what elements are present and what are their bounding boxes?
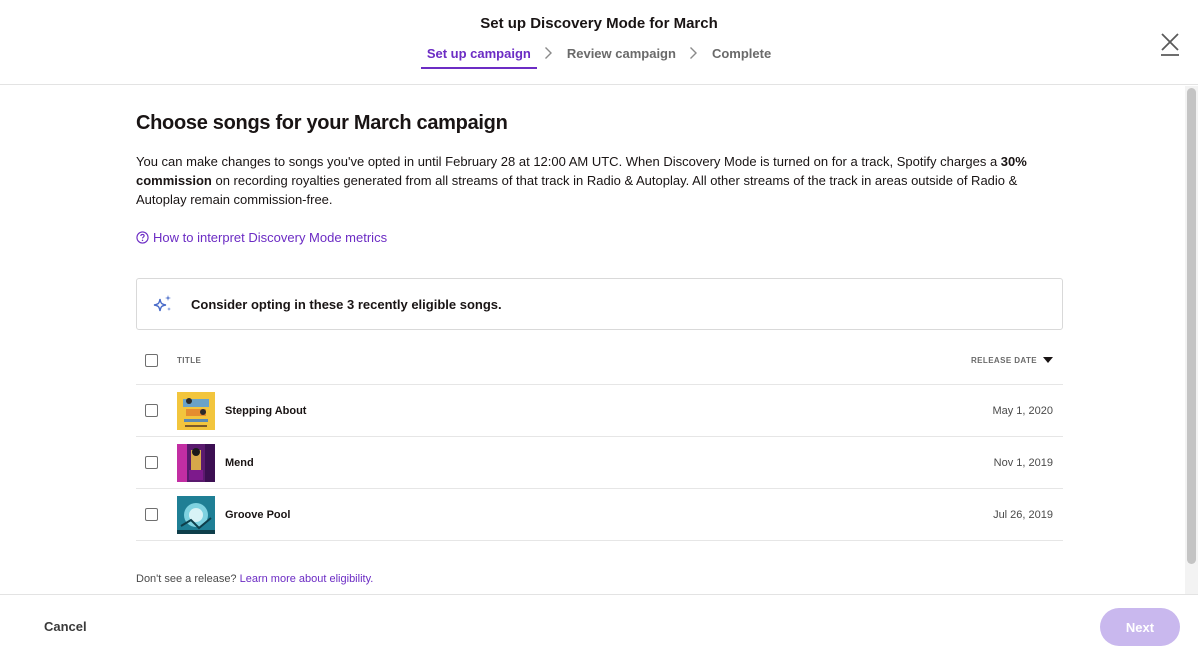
column-title-header: TITLE <box>177 355 202 365</box>
album-art <box>177 443 215 482</box>
row-checkbox[interactable] <box>145 456 158 469</box>
songs-table: TITLE RELEASE DATE Stepping About May 1,… <box>136 336 1063 541</box>
song-title: Mend <box>225 456 254 469</box>
step-setup-campaign[interactable]: Set up campaign <box>420 46 537 69</box>
help-link[interactable]: How to interpret Discovery Mode metrics <box>136 230 387 245</box>
scrollbar-thumb[interactable] <box>1187 88 1196 564</box>
song-title: Groove Pool <box>225 508 291 521</box>
eligibility-footnote: Don't see a release? Learn more about el… <box>136 573 373 585</box>
eligibility-link[interactable]: Learn more about eligibility. <box>240 573 374 585</box>
step-review-campaign[interactable]: Review campaign <box>561 46 682 69</box>
release-date: Nov 1, 2019 <box>993 456 1053 469</box>
table-header: TITLE RELEASE DATE <box>136 336 1063 385</box>
modal-title: Set up Discovery Mode for March <box>480 15 718 32</box>
caret-down-icon <box>1043 357 1053 363</box>
column-date-header[interactable]: RELEASE DATE <box>971 356 1037 365</box>
table-row: Mend Nov 1, 2019 <box>136 437 1063 489</box>
description-text-cont: on recording royalties generated from al… <box>136 173 1018 207</box>
modal-header: Set up Discovery Mode for March Set up c… <box>0 0 1198 85</box>
table-row: Stepping About May 1, 2020 <box>136 385 1063 437</box>
footnote-text: Don't see a release? <box>136 573 240 585</box>
song-title: Stepping About <box>225 404 307 417</box>
description-text: You can make changes to songs you've opt… <box>136 154 1001 169</box>
step-complete[interactable]: Complete <box>706 46 777 69</box>
scrollbar[interactable] <box>1185 86 1198 594</box>
close-icon[interactable] <box>1158 32 1182 56</box>
album-art <box>177 495 215 534</box>
album-art <box>177 391 215 430</box>
campaign-description: You can make changes to songs you've opt… <box>136 152 1066 209</box>
release-date-sort[interactable]: RELEASE DATE <box>971 356 1053 365</box>
next-button[interactable]: Next <box>1100 608 1180 646</box>
row-checkbox[interactable] <box>145 508 158 521</box>
release-date: Jul 26, 2019 <box>993 508 1053 521</box>
page-title: Choose songs for your March campaign <box>136 112 508 134</box>
release-date: May 1, 2020 <box>992 404 1053 417</box>
help-link-label[interactable]: How to interpret Discovery Mode metrics <box>153 230 387 245</box>
callout-text: Consider opting in these 3 recently elig… <box>191 296 502 312</box>
sparkle-icon <box>153 295 171 312</box>
modal-footer: Cancel Next <box>0 594 1198 658</box>
main-content: Choose songs for your March campaign You… <box>0 86 1185 594</box>
chevron-right-icon <box>686 45 702 61</box>
row-checkbox[interactable] <box>145 404 158 417</box>
stepper: Set up campaign Review campaign Complete <box>0 45 1198 69</box>
cancel-button[interactable]: Cancel <box>44 619 87 634</box>
table-row: Groove Pool Jul 26, 2019 <box>136 489 1063 541</box>
select-all-checkbox[interactable] <box>145 353 158 367</box>
eligible-songs-callout: Consider opting in these 3 recently elig… <box>136 278 1063 330</box>
chevron-right-icon <box>541 45 557 61</box>
question-circle-icon <box>136 231 149 244</box>
